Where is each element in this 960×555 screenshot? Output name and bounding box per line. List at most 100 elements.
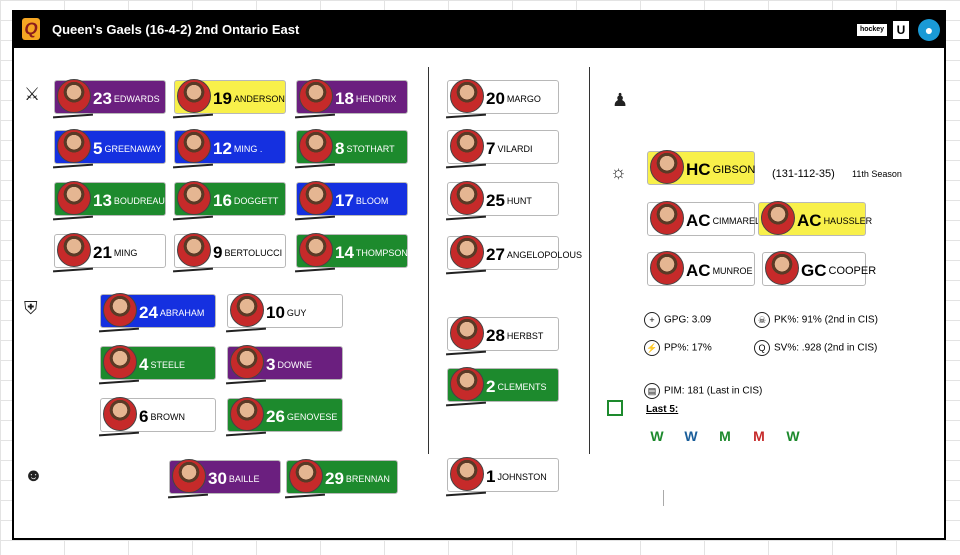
player-card[interactable]: 17 BLOOM	[294, 181, 408, 221]
stat-pp-label: PP%: 17%	[664, 342, 712, 354]
player-card[interactable]: 20 MARGO	[445, 79, 559, 119]
player-card[interactable]: 5 GREENAWAY	[52, 129, 166, 169]
avatar	[57, 233, 91, 267]
player-surname: HERBST	[506, 331, 544, 341]
hockey-stick-icon	[172, 267, 214, 273]
player-surname: BOUDREAU	[113, 196, 165, 206]
player-card[interactable]: 7 VILARDI	[445, 129, 559, 169]
player-name-line: 2 CLEMENTS	[486, 377, 546, 397]
player-surname: THOMPSON	[355, 248, 408, 258]
player-card[interactable]: 9 BERTOLUCCI	[172, 233, 286, 273]
jersey-number: 16	[213, 191, 232, 210]
player-name-line: 14 THOMPSON	[335, 243, 408, 263]
player-surname: STEELE	[150, 360, 185, 370]
hockey-stick-icon	[294, 215, 336, 221]
avatar	[450, 367, 484, 401]
hockey-stick-icon	[98, 327, 140, 333]
app-frame: Q Queen's Gaels (16-4-2) 2nd Ontario Eas…	[12, 10, 946, 540]
avatar	[177, 129, 211, 163]
coach-card[interactable]: AC CIMMARELLO	[647, 201, 772, 236]
jersey-number: 13	[93, 191, 112, 210]
player-card[interactable]: 1 JOHNSTON	[445, 457, 559, 497]
player-name-line: 13 BOUDREAU	[93, 191, 165, 211]
opponent-logo[interactable]: M	[712, 425, 738, 447]
opponent-logo[interactable]: W	[644, 425, 670, 447]
player-card[interactable]: 16 DOGGETT	[172, 181, 286, 221]
player-card[interactable]: 26 GENOVESE	[225, 397, 343, 437]
player-card[interactable]: 13 BOUDREAU	[52, 181, 166, 221]
player-card[interactable]: 18 HENDRIX	[294, 79, 408, 119]
coach-role: AC	[686, 211, 711, 230]
jersey-number: 23	[93, 89, 112, 108]
jersey-number: 19	[213, 89, 232, 108]
player-card[interactable]: 21 MING	[52, 233, 166, 273]
player-card[interactable]: 27 ANGELOPOLOUS	[445, 235, 582, 275]
last5-label: Last 5:	[646, 404, 679, 415]
hockey-stick-icon	[225, 327, 267, 333]
coach-role: HC	[686, 160, 711, 179]
player-surname: DOGGETT	[233, 196, 279, 206]
jersey-number: 6	[139, 407, 149, 426]
opponent-logo[interactable]: W	[678, 425, 704, 447]
player-surname: HENDRIX	[355, 94, 397, 104]
player-card[interactable]: 23 EDWARDS	[52, 79, 166, 119]
player-card[interactable]: 3 DOWNE	[225, 345, 343, 385]
page-title: Queen's Gaels (16-4-2) 2nd Ontario East	[52, 22, 300, 37]
player-card[interactable]: 14 THOMPSON	[294, 233, 408, 273]
player-card[interactable]: 25 HUNT	[445, 181, 559, 221]
player-card[interactable]: 12 MING .	[172, 129, 286, 169]
avatar	[450, 129, 484, 163]
player-name-line: GC COOPER	[801, 261, 876, 281]
player-name-line: 1 JOHNSTON	[486, 467, 547, 487]
player-card[interactable]: 24 ABRAHAM	[98, 293, 216, 333]
coach-card[interactable]: GC COOPER	[762, 251, 876, 286]
player-card[interactable]: 2 CLEMENTS	[445, 367, 559, 407]
avatar	[103, 345, 137, 379]
player-name-line: 20 MARGO	[486, 89, 541, 109]
hockey-canada-logo[interactable]: hockey	[857, 24, 887, 36]
hockey-stick-icon	[445, 215, 487, 221]
player-surname: BERTOLUCCI	[224, 248, 283, 258]
player-name-line: 6 BROWN	[139, 407, 185, 427]
player-surname: HAUSSLER	[823, 216, 873, 226]
avatar	[230, 397, 264, 431]
jersey-number: 2	[486, 377, 496, 396]
usports-logo[interactable]: U	[893, 21, 909, 39]
player-card[interactable]: 10 GUY	[225, 293, 343, 333]
coach-card[interactable]: HC GIBSON	[647, 150, 755, 185]
opponent-logo[interactable]: M	[746, 425, 772, 447]
stat-pp: ⚡ PP%: 17%	[644, 340, 712, 356]
hockey-stick-icon	[445, 350, 487, 356]
player-card[interactable]: 19 ANDERSON	[172, 79, 286, 119]
player-card[interactable]: 28 HERBST	[445, 316, 559, 356]
stat-sv: Q SV%: .928 (2nd in CIS)	[754, 340, 877, 356]
player-surname: COOPER	[828, 265, 877, 277]
jersey-number: 20	[486, 89, 505, 108]
coach-role: AC	[797, 211, 822, 230]
player-card[interactable]: 30 BAILLE	[167, 459, 281, 499]
jersey-number: 17	[335, 191, 354, 210]
jersey-number: 25	[486, 191, 505, 210]
player-card[interactable]: 8 STOTHART	[294, 129, 408, 169]
opponent-logo[interactable]: W	[780, 425, 806, 447]
hockey-stick-icon	[52, 113, 94, 119]
hockey-stick-icon	[294, 267, 336, 273]
player-card[interactable]: 6 BROWN	[98, 397, 216, 437]
coach-card[interactable]: AC MUNROE	[647, 251, 755, 286]
checkbox-icon[interactable]	[607, 400, 623, 416]
player-card[interactable]: 4 STEELE	[98, 345, 216, 385]
jersey-number: 30	[208, 469, 227, 488]
whistle-icon: ☼	[610, 162, 627, 182]
header-bar: Q Queen's Gaels (16-4-2) 2nd Ontario Eas…	[14, 12, 944, 48]
player-card[interactable]: 29 BRENNAN	[284, 459, 398, 499]
player-name-line: 9 BERTOLUCCI	[213, 243, 282, 263]
globe-icon[interactable]: ●	[918, 19, 940, 41]
cell-divider	[663, 490, 664, 506]
stat-sv-label: SV%: .928 (2nd in CIS)	[774, 342, 878, 354]
coach-card[interactable]: AC HAUSSLER	[758, 201, 872, 236]
avatar	[761, 201, 795, 235]
hockey-stick-icon	[294, 113, 336, 119]
hc-season: 11th Season	[852, 169, 902, 179]
avatar	[650, 150, 684, 184]
team-logo: Q	[22, 18, 40, 40]
